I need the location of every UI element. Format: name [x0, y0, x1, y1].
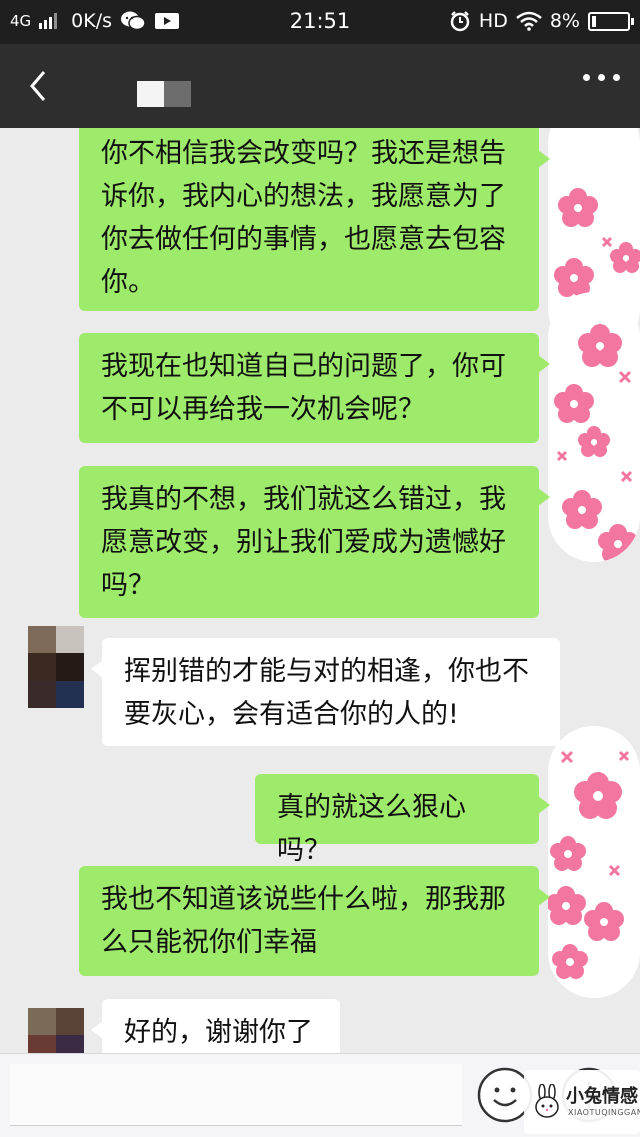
- message-bubble-outgoing[interactable]: 我现在也知道自己的问题了，你可 不可以再给我一次机会呢？: [79, 333, 550, 443]
- message-bubble-incoming[interactable]: 挥别错的才能与对的相逢，你也不 要灰心，会有适合你的人的!: [91, 638, 560, 746]
- alarm-icon: [450, 11, 470, 32]
- message-text: 真的就这么狠心吗？: [277, 792, 466, 866]
- rabbit-logo-icon: [535, 1084, 559, 1118]
- hd-indicator: HD: [478, 10, 508, 32]
- message-bubble-outgoing[interactable]: 真的就这么狠心吗？: [255, 774, 550, 866]
- status-bar: 4G 0K/s 21:51 HD 8%: [0, 0, 640, 44]
- contact-avatar[interactable]: [28, 1008, 84, 1053]
- watermark-subtitle: XIAOTUQINGGAN: [568, 1108, 640, 1117]
- message-input[interactable]: [10, 1064, 462, 1126]
- chat-title-redacted: [137, 81, 191, 107]
- chevron-left-icon: [30, 71, 46, 101]
- contact-avatar[interactable]: [28, 626, 84, 708]
- battery-icon: [588, 11, 634, 31]
- message-text: 我真的不想，我们就这么错过，我 愿意改变，别让我们爱成为遗憾好 吗？: [101, 484, 506, 601]
- message-text: 我也不知道该说些什么啦，那我那 么只能祝你们幸福: [101, 884, 506, 958]
- flower-avatar[interactable]: [548, 726, 640, 998]
- message-text: 挥别错的才能与对的相逢，你也不 要灰心，会有适合你的人的!: [124, 656, 529, 730]
- message-text: 我现在也知道自己的问题了，你可 不可以再给我一次机会呢？: [101, 351, 506, 425]
- more-options-button[interactable]: [583, 74, 620, 81]
- message-text: 你不相信我会改变吗？我还是想告 诉你，我内心的想法，我愿意为了 你去做任何的事情…: [101, 138, 506, 298]
- watermark-title: 小兔情感: [566, 1086, 638, 1107]
- chat-message-list[interactable]: 你不相信我会改变吗？我还是想告 诉你，我内心的想法，我愿意为了 你去做任何的事情…: [0, 128, 640, 1053]
- message-bubble-outgoing[interactable]: 我也不知道该说些什么啦，那我那 么只能祝你们幸福: [79, 866, 550, 976]
- message-bubble-outgoing[interactable]: 我真的不想，我们就这么错过，我 愿意改变，别让我们爱成为遗憾好 吗？: [79, 466, 550, 618]
- back-button[interactable]: [20, 62, 60, 110]
- chat-header: [0, 44, 640, 128]
- message-bubble-outgoing[interactable]: 你不相信我会改变吗？我还是想告 诉你，我内心的想法，我愿意为了 你去做任何的事情…: [79, 128, 550, 311]
- battery-percent: 8%: [549, 10, 580, 32]
- message-text: 好的，谢谢你了: [124, 1017, 313, 1048]
- wifi-icon: [516, 11, 542, 31]
- flower-avatar[interactable]: [548, 292, 640, 562]
- message-bubble-incoming[interactable]: 好的，谢谢你了: [91, 999, 340, 1053]
- watermark: 小兔情感 XIAOTUQINGGAN: [524, 1070, 640, 1134]
- more-dots-icon: [583, 74, 590, 81]
